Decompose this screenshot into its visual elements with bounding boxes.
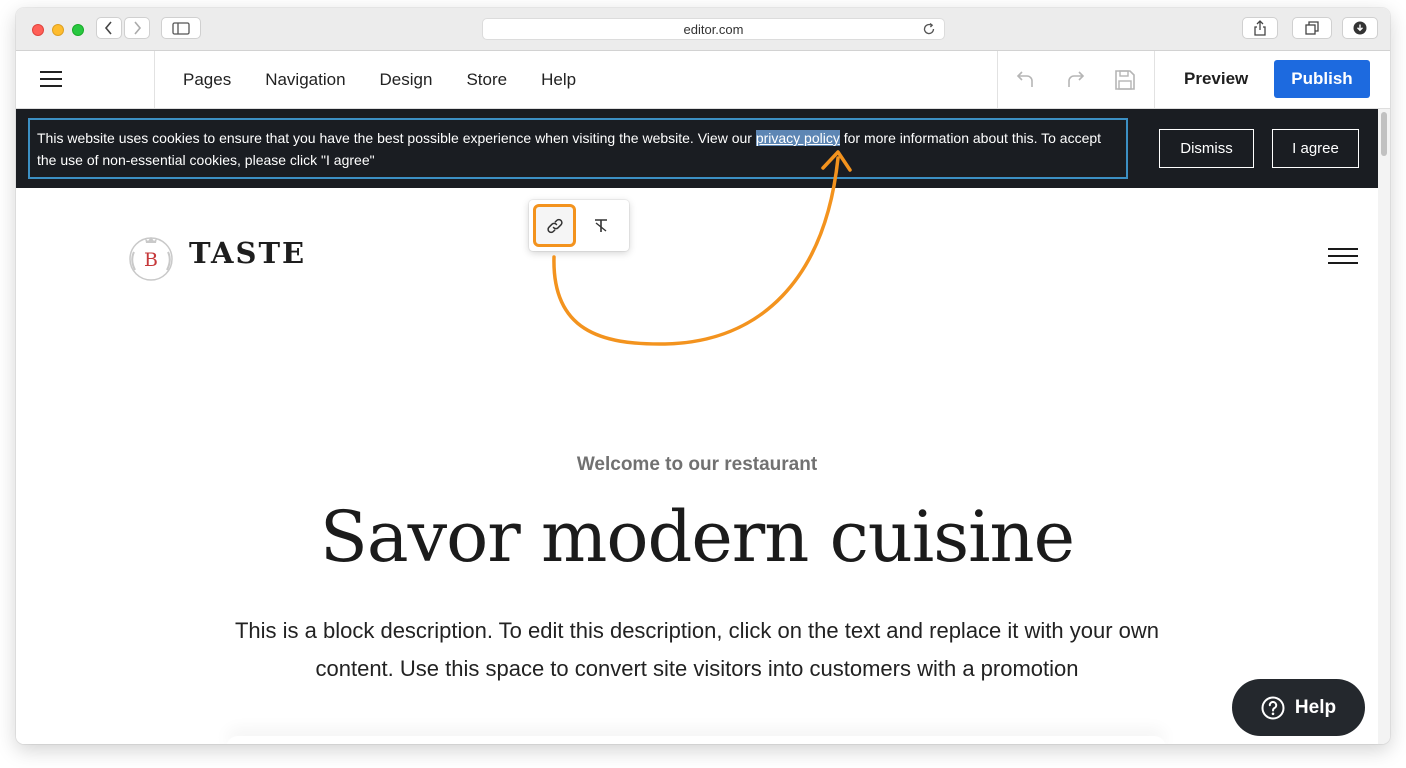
question-icon: [1261, 696, 1285, 719]
toolbar-divider: [154, 51, 155, 108]
back-button[interactable]: [96, 17, 122, 39]
redo-icon[interactable]: [1065, 69, 1085, 89]
link-icon: [546, 218, 563, 233]
editor-toolbar: Pages Navigation Design Store Help Previ…: [16, 51, 1390, 109]
hero-headline[interactable]: Savor modern cuisine: [16, 496, 1378, 578]
scrollbar-thumb[interactable]: [1381, 112, 1387, 156]
browser-window: editor.com Pages Navigation Design Store…: [16, 8, 1390, 744]
download-icon: [1353, 21, 1367, 35]
tabs-button[interactable]: [1292, 17, 1332, 39]
help-widget-button[interactable]: Help: [1232, 679, 1365, 736]
share-button[interactable]: [1242, 17, 1278, 39]
help-widget-label: Help: [1294, 696, 1337, 718]
insert-link-button[interactable]: [533, 204, 576, 247]
clear-formatting-button[interactable]: [585, 210, 617, 242]
chevron-right-icon: [134, 21, 142, 35]
text-format-popover: [529, 200, 629, 251]
logo-letter: B: [144, 249, 158, 271]
sidebar-icon: [172, 21, 190, 35]
url-text: editor.com: [683, 22, 744, 37]
share-icon: [1254, 20, 1266, 36]
save-icon[interactable]: [1114, 69, 1136, 91]
menu-pages[interactable]: Pages: [183, 70, 231, 90]
menu-navigation[interactable]: Navigation: [265, 70, 345, 90]
preview-button[interactable]: Preview: [1184, 69, 1248, 89]
sidebar-toggle-button[interactable]: [161, 17, 201, 39]
hero-eyebrow[interactable]: Welcome to our restaurant: [16, 454, 1378, 476]
toolbar-divider: [1154, 51, 1155, 108]
toolbar-divider: [997, 51, 998, 108]
browser-chrome: editor.com: [16, 8, 1390, 51]
downloads-button[interactable]: [1342, 17, 1378, 39]
dismiss-button[interactable]: Dismiss: [1159, 129, 1254, 168]
minimize-window-button[interactable]: [52, 24, 64, 36]
cookie-text-before: This website uses cookies to ensure that…: [37, 130, 756, 146]
brand-name[interactable]: TASTE: [189, 236, 306, 270]
zoom-window-button[interactable]: [72, 24, 84, 36]
chevron-left-icon: [104, 21, 112, 35]
cookie-banner: This website uses cookies to ensure that…: [16, 109, 1378, 188]
scrollbar-track[interactable]: [1378, 109, 1390, 744]
forward-button[interactable]: [124, 17, 150, 39]
reload-icon[interactable]: [922, 22, 936, 36]
menu-help[interactable]: Help: [541, 70, 576, 90]
menu-design[interactable]: Design: [380, 70, 433, 90]
content-card-edge: [226, 736, 1166, 744]
cookie-text-selection-box[interactable]: This website uses cookies to ensure that…: [28, 118, 1128, 179]
close-window-button[interactable]: [32, 24, 44, 36]
cookie-text[interactable]: This website uses cookies to ensure that…: [37, 127, 1123, 171]
hero-description[interactable]: This is a block description. To edit thi…: [216, 612, 1178, 688]
menu-store[interactable]: Store: [466, 70, 507, 90]
privacy-policy-link[interactable]: privacy policy: [755, 130, 840, 146]
undo-icon[interactable]: [1016, 69, 1036, 89]
editor-menu: Pages Navigation Design Store Help: [183, 51, 610, 108]
address-bar[interactable]: editor.com: [482, 18, 945, 40]
tabs-icon: [1305, 21, 1319, 35]
editor-menu-button[interactable]: [40, 71, 62, 87]
clear-format-icon: [595, 219, 607, 232]
site-menu-button[interactable]: [1328, 248, 1358, 266]
publish-button[interactable]: Publish: [1274, 60, 1370, 98]
agree-button[interactable]: I agree: [1272, 129, 1359, 168]
